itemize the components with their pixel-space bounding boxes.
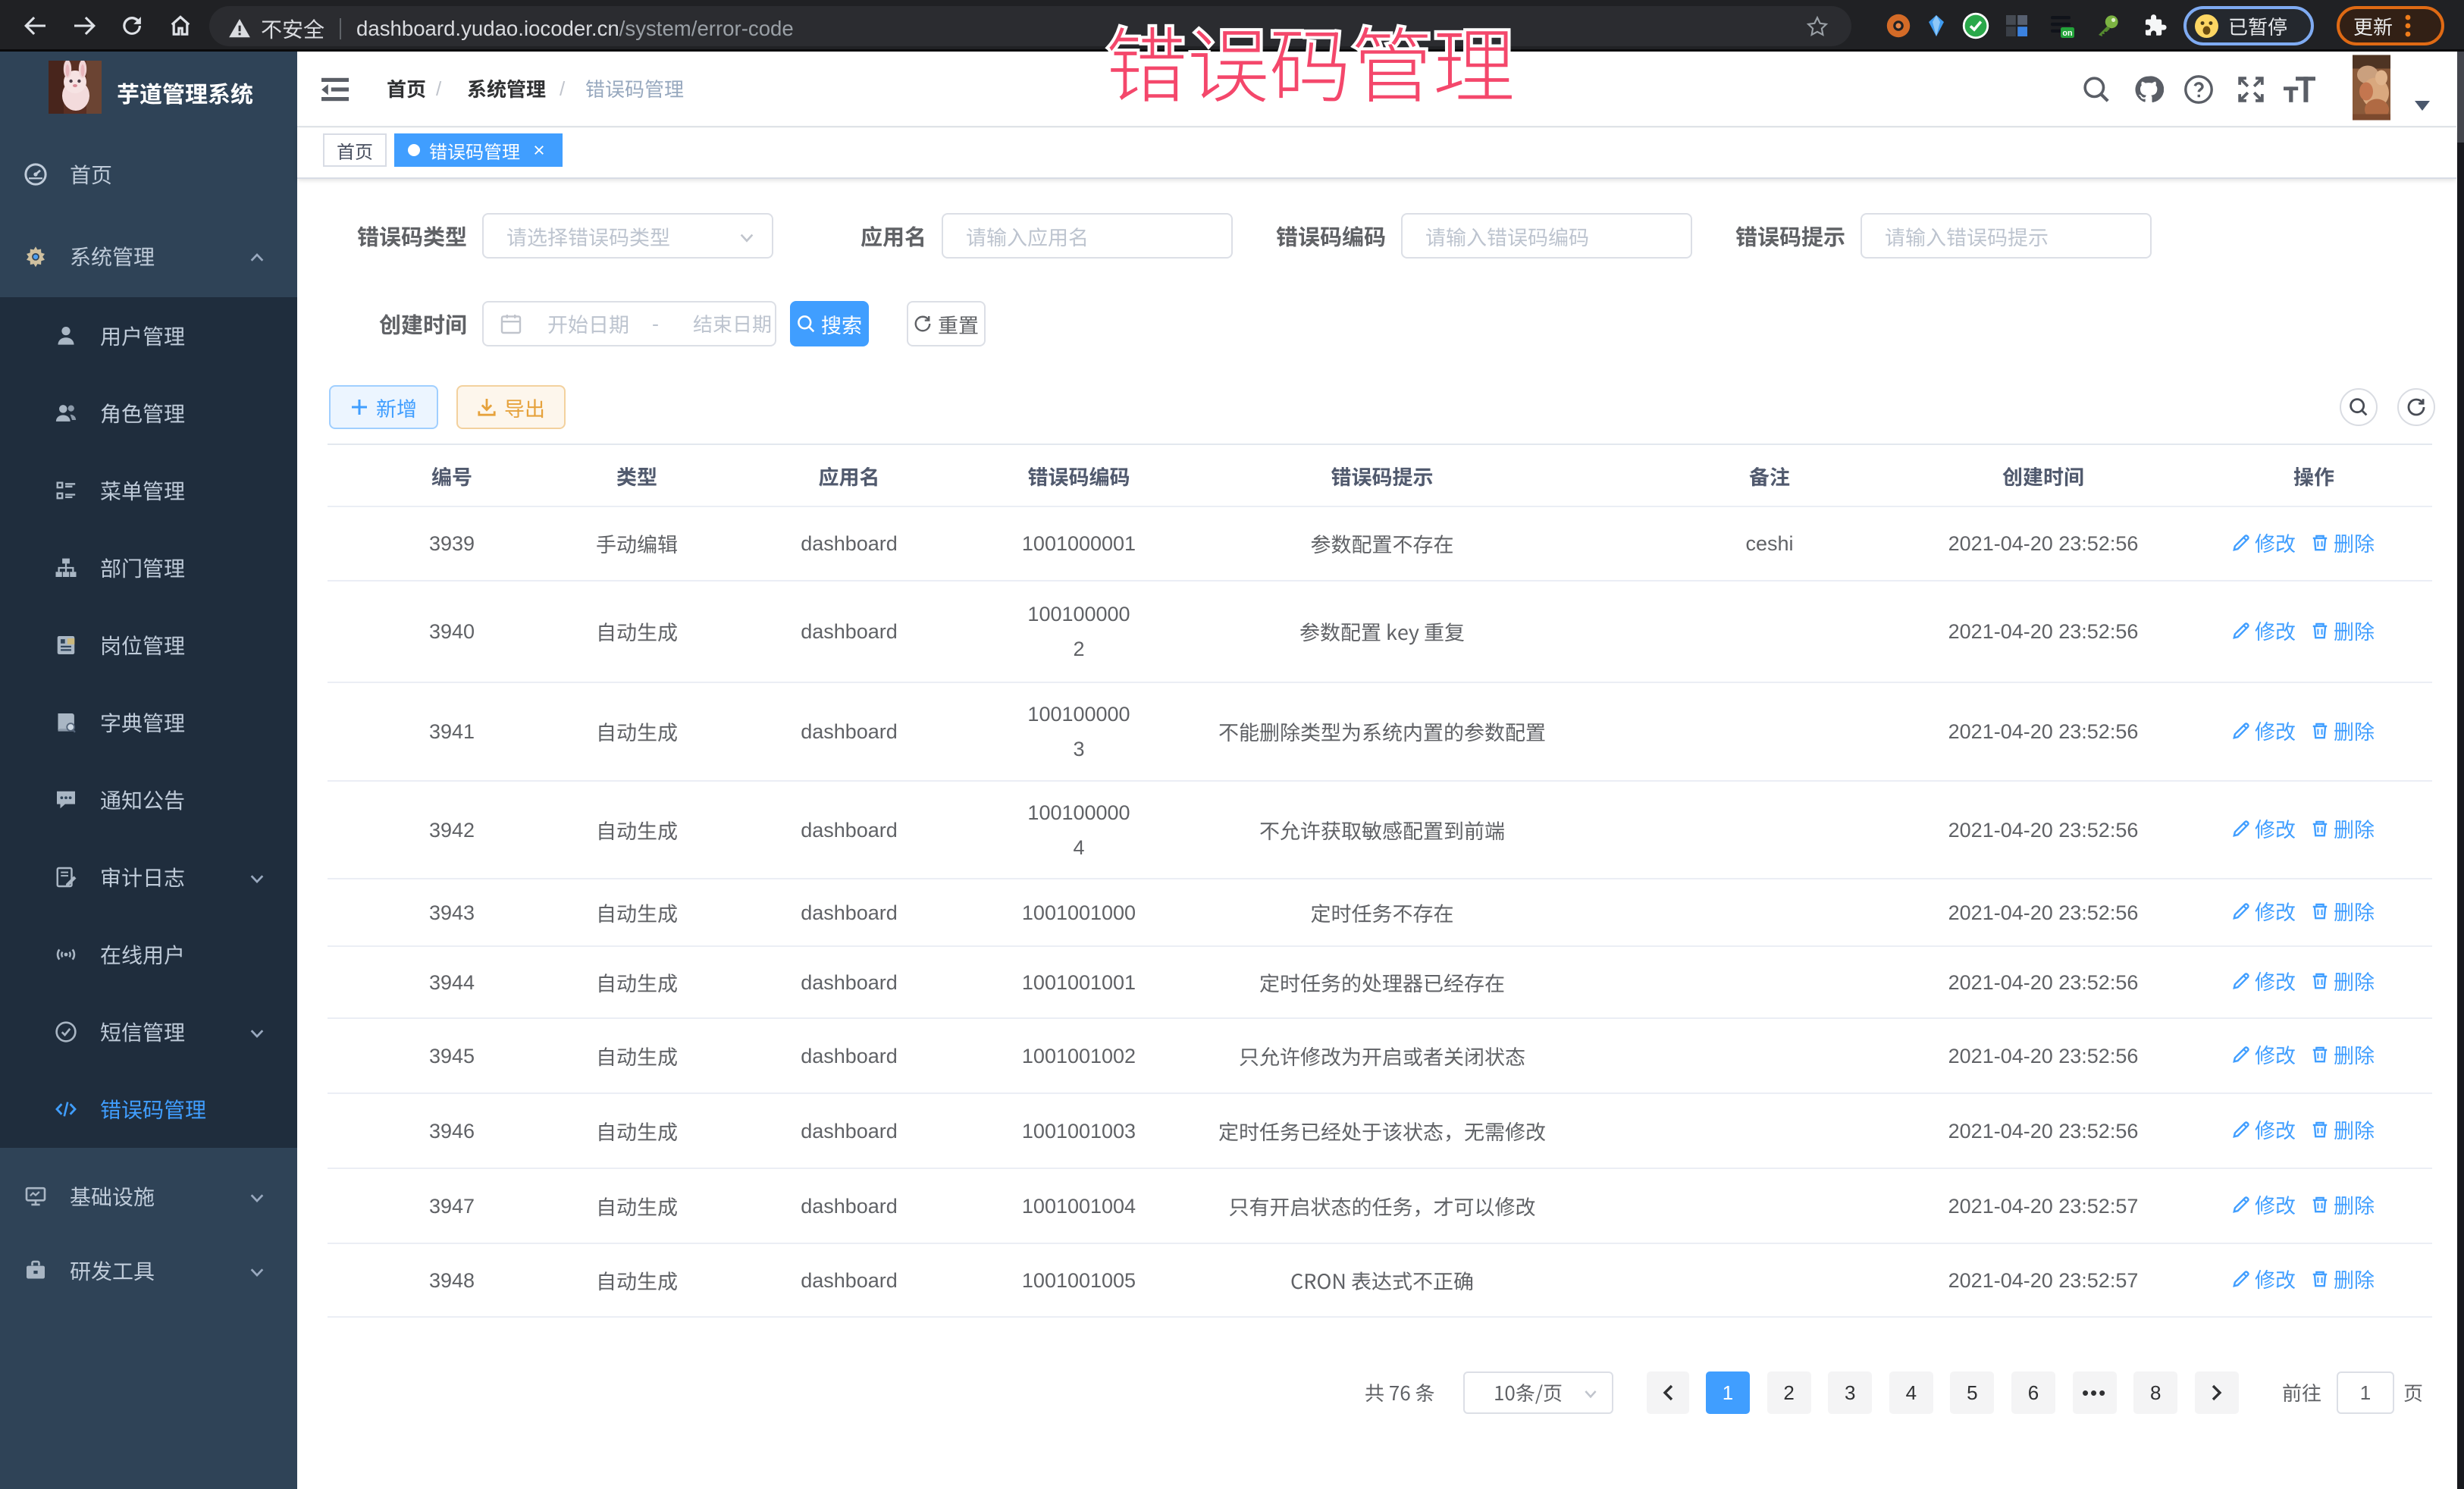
svg-text:on: on — [2062, 29, 2072, 38]
